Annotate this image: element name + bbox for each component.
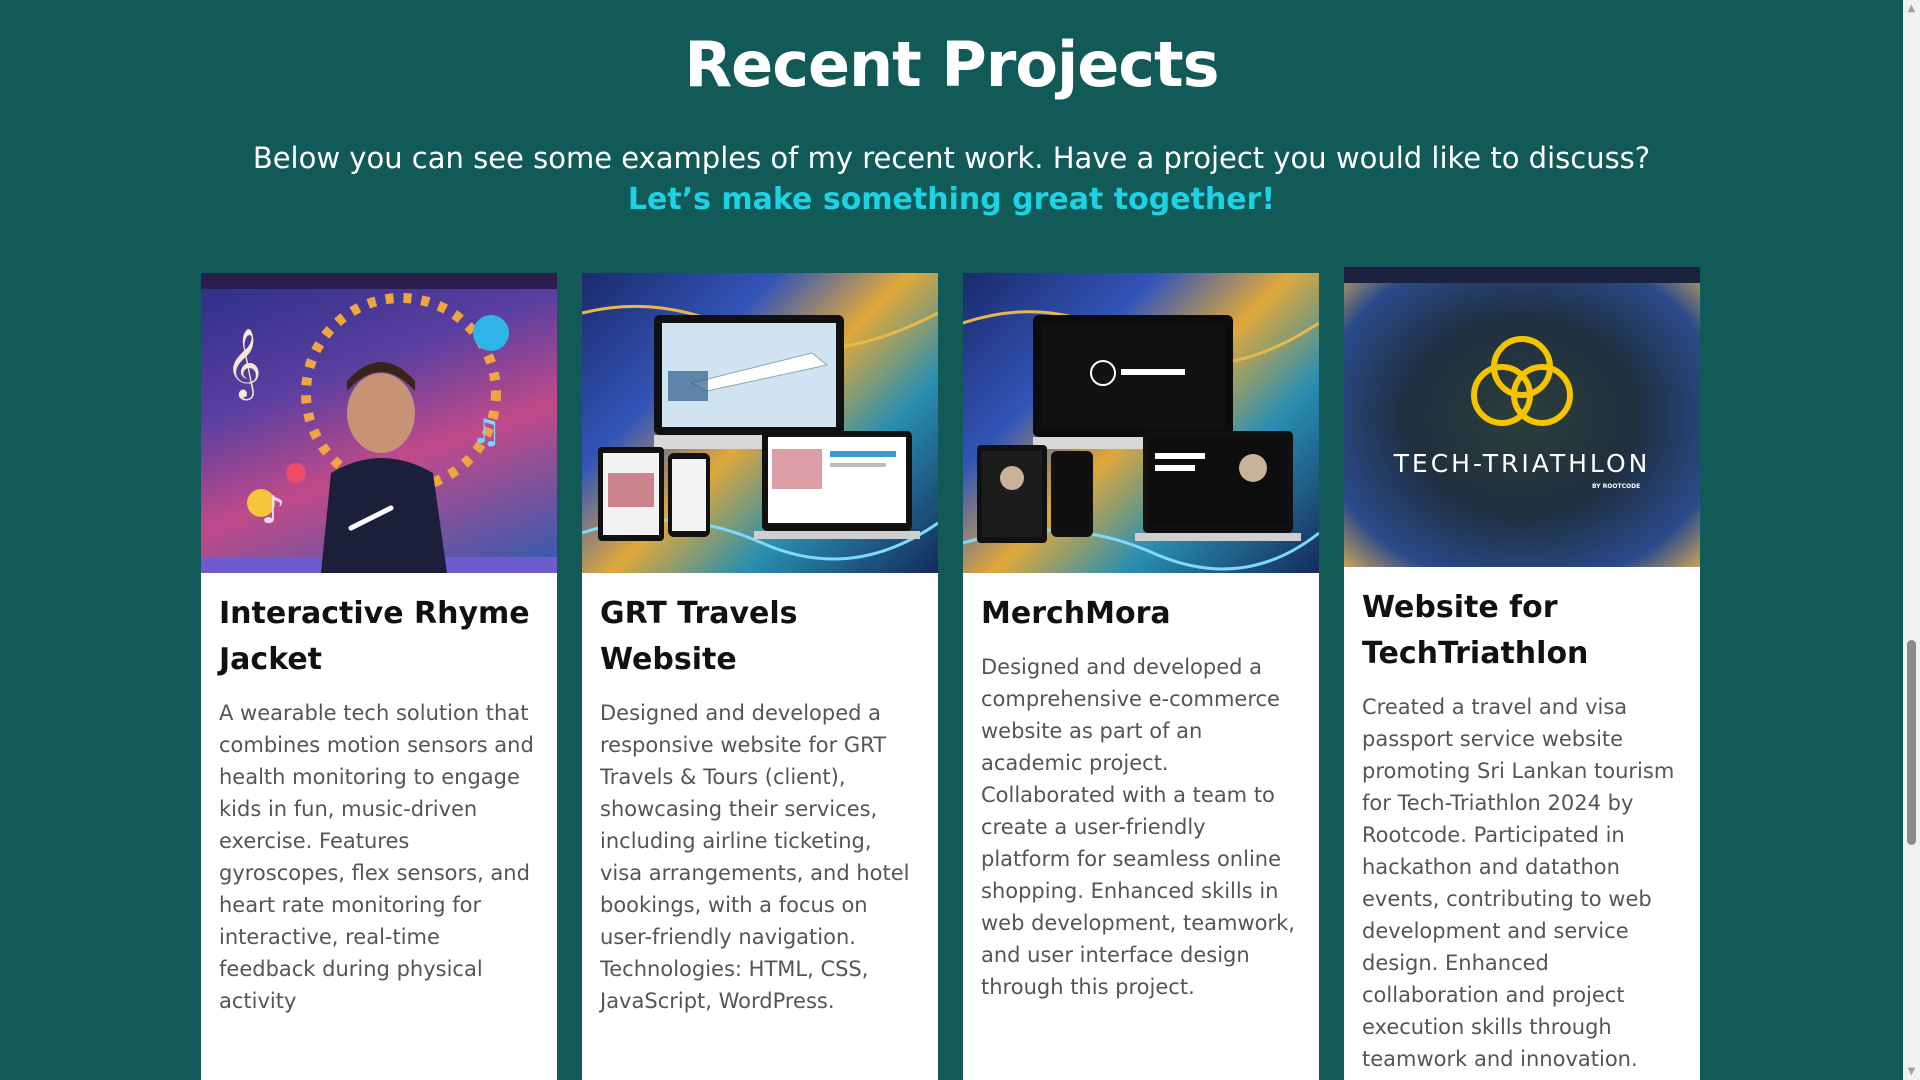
project-title: GRT Travels Website [600,596,798,677]
scrollbar-thumb[interactable] [1907,640,1916,845]
project-description: A wearable tech solution that combines m… [219,701,534,1013]
svg-text:♪: ♪ [261,488,285,532]
project-image: TECH-TRIATHLON BY ROOTCODE [1344,267,1700,567]
project-image [582,273,938,573]
project-description: Designed and developed a comprehensive e… [981,655,1295,999]
scroll-up-arrow-icon[interactable]: ▲ [1903,0,1920,17]
logo-text: TECH-TRIATHLON [1393,449,1651,478]
project-image: 𝄞 ♪ ♫ [201,273,557,573]
project-card-grt-travels[interactable]: GRT Travels Website Designed and develop… [582,273,938,1080]
project-description: Created a travel and visa passport servi… [1362,695,1675,1071]
logo-subtext: BY ROOTCODE [1592,483,1641,490]
section-subtitle: Below you can see some examples of my re… [252,141,1651,175]
project-card-techtriathlon[interactable]: TECH-TRIATHLON BY ROOTCODE Website for T… [1344,267,1700,1080]
project-card-merchmora[interactable]: MerchMora Designed and developed a compr… [963,273,1319,1080]
page-viewport: Recent Projects Below you can see some e… [0,0,1903,1080]
project-description: Designed and developed a responsive webs… [600,701,910,1013]
svg-text:♫: ♫ [471,412,501,452]
scroll-down-arrow-icon[interactable]: ▼ [1903,1063,1920,1080]
project-title: Interactive Rhyme Jacket [219,596,530,677]
tech-triathlon-logo [1344,267,1700,426]
project-title: Website for TechTriathlon [1362,590,1589,671]
svg-text:𝄞: 𝄞 [226,328,261,400]
project-card-rhyme-jacket[interactable]: 𝄞 ♪ ♫ Interactive Rhyme Jacket A wearabl… [201,273,557,1080]
section-title: Recent Projects [684,28,1219,101]
project-image [963,273,1319,573]
project-title: MerchMora [981,596,1171,631]
cta-text: Let’s make something great together! [627,182,1276,217]
vertical-scrollbar[interactable]: ▲ ▼ [1903,0,1920,1080]
